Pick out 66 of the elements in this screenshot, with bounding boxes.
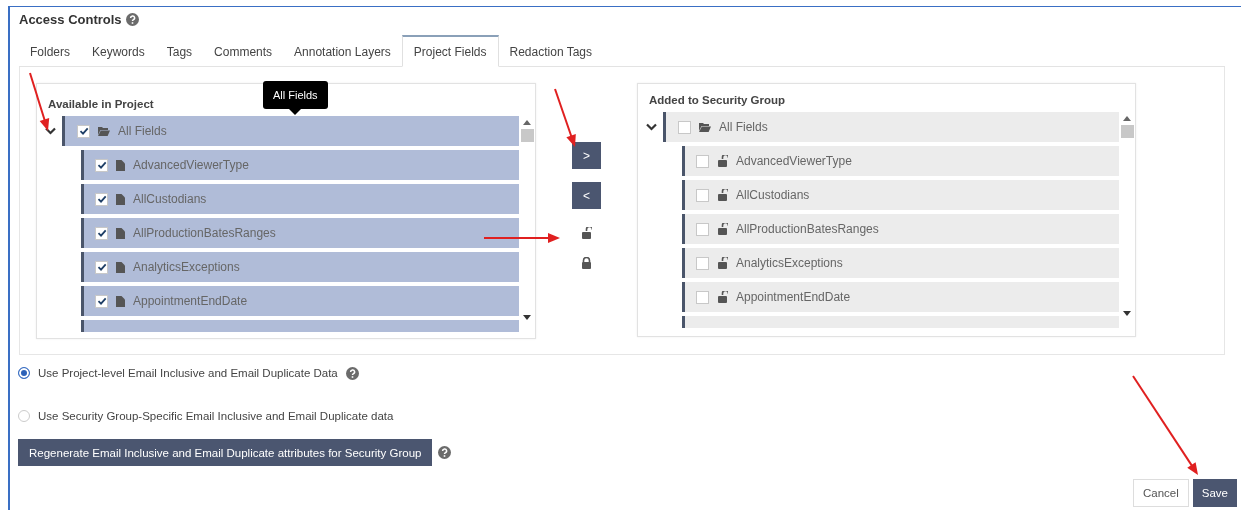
save-button[interactable]: Save — [1192, 479, 1237, 507]
item-label: AnalyticsExceptions — [133, 260, 240, 274]
folder-icon — [699, 122, 711, 132]
item-label: AppointmentEndDate — [736, 290, 851, 304]
file-icon — [116, 295, 125, 307]
move-button[interactable]: > — [572, 142, 601, 169]
annotation-arrow — [554, 88, 576, 147]
tree-item[interactable]: AdvancedViewerType — [682, 146, 1119, 176]
item-label: AdvancedViewerType — [133, 158, 249, 172]
tree-item[interactable]: AppointmentEndDate — [682, 282, 1119, 312]
radio-label: Use Security Group-Specific Email Inclusive and Email Duplicate data — [38, 410, 394, 422]
checkbox[interactable] — [95, 192, 108, 206]
tree-item[interactable]: AnalyticsExceptions — [682, 248, 1119, 278]
tooltip-pointer-icon — [289, 109, 302, 115]
move-button[interactable]: < — [572, 182, 601, 209]
checkbox[interactable] — [696, 256, 709, 270]
help-icon[interactable] — [125, 12, 139, 26]
tab[interactable]: Keywords — [81, 35, 156, 66]
tree-item[interactable]: AllProductionBatesRanges — [682, 214, 1119, 244]
help-icon[interactable] — [345, 366, 359, 380]
tab[interactable]: Tags — [155, 35, 204, 66]
cancel-button[interactable]: Cancel — [1132, 479, 1189, 507]
lock-icon[interactable] — [581, 257, 592, 269]
checkbox[interactable] — [696, 154, 709, 168]
tab[interactable]: Project Fields — [401, 35, 499, 67]
item-label: AllProductionBatesRanges — [133, 226, 276, 240]
tab[interactable]: Comments — [203, 35, 284, 66]
item-label: All Fields — [118, 124, 167, 138]
panel-heading: Added to Security Group — [648, 93, 786, 108]
help-icon[interactable] — [438, 446, 452, 459]
file-icon — [116, 227, 125, 239]
regenerate-button[interactable]: Regenerate Email Inclusive and Email Duplicate attributes for Security Group — [18, 439, 433, 466]
tab[interactable]: Annotation Layers — [283, 35, 402, 66]
item-label: AllCustodians — [736, 188, 810, 202]
tooltip: All Fields — [263, 81, 328, 115]
tab[interactable]: Folders — [19, 35, 81, 66]
item-label: AppointmentEndDate — [133, 294, 248, 308]
file-icon — [116, 261, 125, 273]
folder-icon — [98, 126, 110, 136]
checkbox[interactable] — [696, 290, 709, 304]
item-label: AllProductionBatesRanges — [736, 222, 879, 236]
file-icon — [116, 193, 125, 205]
checkbox[interactable] — [696, 188, 709, 202]
tab[interactable]: Redaction Tags — [498, 35, 603, 66]
checkbox[interactable] — [95, 294, 108, 308]
checkbox[interactable] — [95, 158, 108, 172]
file-icon — [116, 159, 125, 171]
tree-item[interactable]: AllCustodians — [682, 180, 1119, 210]
checkbox[interactable] — [77, 124, 90, 138]
checkbox[interactable] — [678, 120, 691, 134]
section-title: Access Controls — [19, 11, 122, 27]
checkbox[interactable] — [696, 222, 709, 236]
item-label: AdvancedViewerType — [736, 154, 852, 168]
checkbox[interactable] — [95, 260, 108, 274]
radio-label: Use Project-level Email Inclusive and Email Duplicate Data — [38, 367, 338, 379]
item-label: All Fields — [719, 120, 768, 134]
chevron-icon[interactable] — [45, 127, 56, 135]
item-label: AllCustodians — [133, 192, 207, 206]
checkbox[interactable] — [95, 226, 108, 240]
unlocked-icon[interactable] — [581, 227, 592, 239]
chevron-icon[interactable] — [646, 123, 657, 131]
item-label: AnalyticsExceptions — [736, 256, 843, 270]
radio-button[interactable] — [18, 367, 30, 379]
tree-item[interactable]: All Fields — [663, 112, 1119, 142]
panel-heading: Available in Project — [47, 97, 154, 112]
annotation-arrow — [29, 72, 50, 131]
